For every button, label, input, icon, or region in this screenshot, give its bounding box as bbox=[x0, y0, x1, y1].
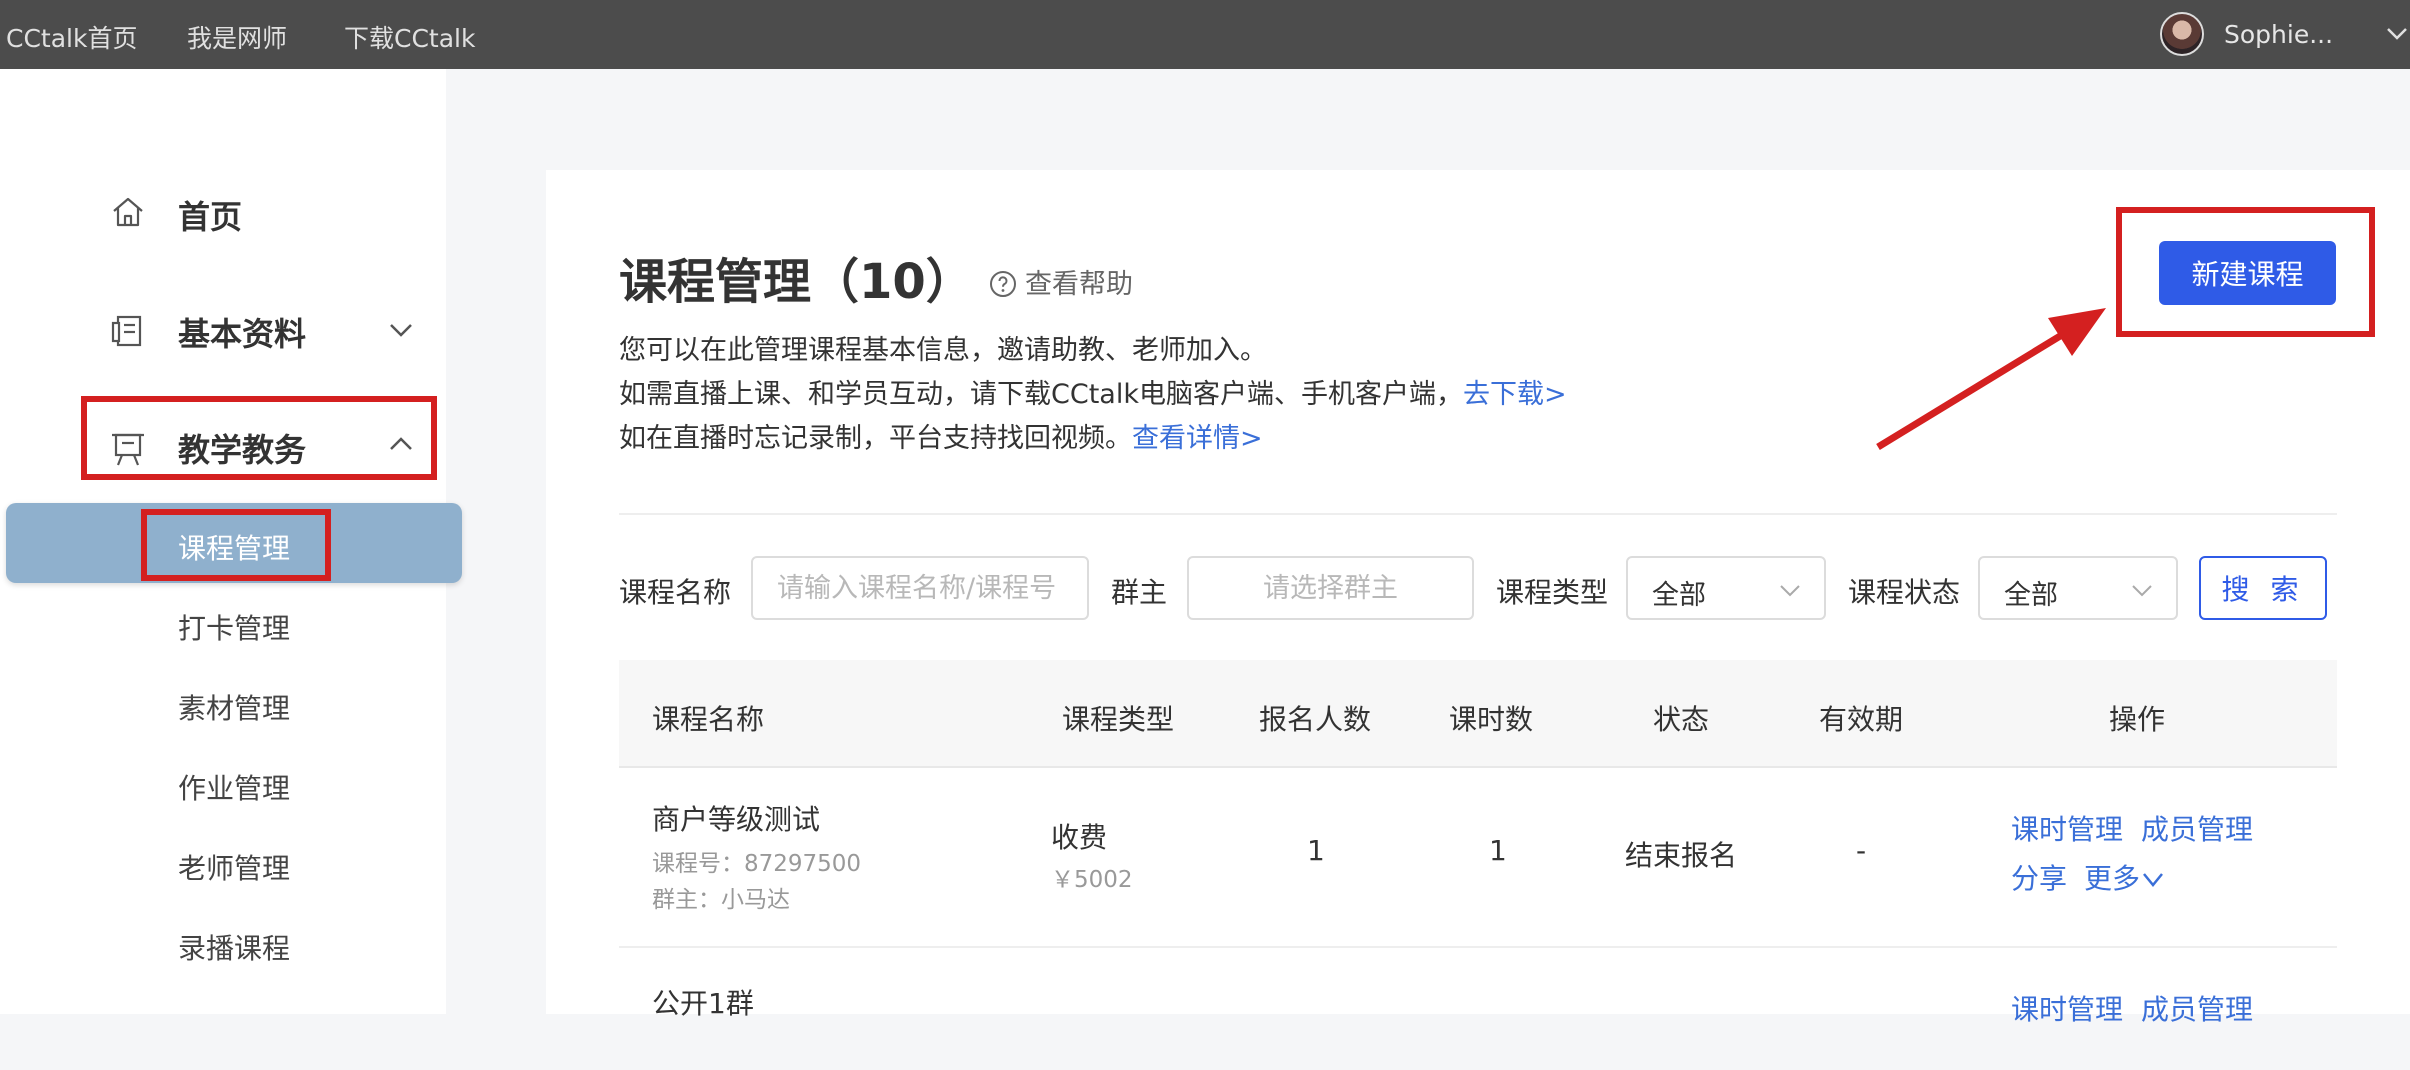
member-management-link[interactable]: 成员管理 bbox=[2141, 808, 2253, 848]
column-header-actions: 操作 bbox=[2109, 703, 2166, 736]
more-label: 更多 bbox=[2084, 862, 2141, 895]
column-header-course-type: 课程类型 bbox=[1062, 703, 1175, 736]
chevron-down-icon[interactable] bbox=[2380, 16, 2410, 50]
column-header-validity: 有效期 bbox=[1819, 703, 1904, 736]
nav-link-home[interactable]: CCtalk首页 bbox=[6, 19, 137, 55]
download-link[interactable]: 去下载> bbox=[1463, 379, 1567, 410]
sidebar-subitem-recorded-courses[interactable]: 录播课程 bbox=[178, 927, 290, 967]
course-owner: 群主：小马达 bbox=[652, 887, 790, 913]
annotation-box-course-management bbox=[141, 509, 331, 581]
table-row: 商户等级测试 课程号：87297500 群主：小马达 收费 ￥5002 1 1 … bbox=[619, 768, 2337, 948]
course-status-value: 全部 bbox=[2004, 580, 2058, 611]
lesson-management-link[interactable]: 课时管理 bbox=[2011, 808, 2123, 848]
help-link[interactable]: 查看帮助 bbox=[989, 262, 1133, 301]
lesson-management-link-2[interactable]: 课时管理 bbox=[2011, 988, 2123, 1028]
sidebar-subitem-homework-management[interactable]: 作业管理 bbox=[178, 767, 290, 807]
member-management-link-2[interactable]: 成员管理 bbox=[2141, 988, 2253, 1028]
course-name-2[interactable]: 公开1群 bbox=[652, 982, 754, 1022]
sidebar-subitem-teacher-management[interactable]: 老师管理 bbox=[178, 847, 290, 887]
course-status-select[interactable]: 全部 bbox=[1978, 556, 2178, 620]
divider bbox=[619, 513, 2337, 515]
filter-course-name-label: 课程名称 bbox=[619, 576, 732, 609]
top-navigation-bar: CCtalk首页 我是网师 下载CCtalk Sophie... bbox=[0, 0, 2410, 69]
nav-link-download[interactable]: 下载CCtalk bbox=[344, 19, 475, 55]
column-header-status: 状态 bbox=[1653, 703, 1710, 736]
user-menu[interactable]: Sophie... bbox=[2160, 0, 2410, 69]
course-name-search-input[interactable] bbox=[751, 556, 1089, 620]
annotation-box-teaching bbox=[81, 396, 437, 480]
chevron-down-icon bbox=[2132, 585, 2152, 597]
search-button[interactable]: 搜 索 bbox=[2199, 556, 2327, 620]
course-type: 收费 bbox=[1051, 821, 1108, 854]
chevron-down-icon[interactable] bbox=[384, 313, 418, 347]
enrolled-count: 1 bbox=[1307, 834, 1325, 867]
column-header-course-name: 课程名称 bbox=[652, 703, 765, 736]
username[interactable]: Sophie... bbox=[2224, 20, 2333, 49]
description-line-3: 如在直播时忘记录制，平台支持找回视频。查看详情> bbox=[619, 416, 1263, 455]
more-actions-dropdown[interactable]: 更多 bbox=[2084, 857, 2166, 897]
chevron-down-icon bbox=[2143, 873, 2163, 887]
table-header: 课程名称 课程类型 报名人数 课时数 状态 有效期 操作 bbox=[619, 660, 2337, 768]
course-validity: - bbox=[1856, 834, 1867, 867]
sidebar-item-profile[interactable]: 基本资料 bbox=[0, 301, 446, 361]
share-link[interactable]: 分享 bbox=[2011, 857, 2067, 897]
help-label: 查看帮助 bbox=[1025, 269, 1133, 300]
sidebar-item-label: 首页 bbox=[178, 198, 243, 236]
filter-course-type-label: 课程类型 bbox=[1496, 576, 1609, 609]
annotation-box-new-course bbox=[2116, 207, 2375, 337]
course-name[interactable]: 商户等级测试 bbox=[652, 798, 820, 838]
course-number: 课程号：87297500 bbox=[652, 851, 862, 877]
chevron-down-icon bbox=[1780, 585, 1800, 597]
home-icon bbox=[113, 197, 143, 227]
view-details-link[interactable]: 查看详情> bbox=[1132, 423, 1263, 454]
sidebar-subitem-material-management[interactable]: 素材管理 bbox=[178, 687, 290, 727]
profile-doc-icon bbox=[111, 315, 142, 347]
avatar[interactable] bbox=[2160, 12, 2204, 56]
course-status: 结束报名 bbox=[1625, 839, 1738, 872]
sidebar-item-label: 基本资料 bbox=[178, 315, 307, 353]
column-header-enrolled: 报名人数 bbox=[1259, 703, 1372, 736]
course-type-select[interactable]: 全部 bbox=[1626, 556, 1826, 620]
course-price: ￥5002 bbox=[1051, 867, 1133, 893]
filter-course-status-label: 课程状态 bbox=[1848, 576, 1961, 609]
sidebar-subitem-checkin-management[interactable]: 打卡管理 bbox=[178, 607, 290, 647]
question-circle-icon bbox=[990, 271, 1016, 297]
lesson-count: 1 bbox=[1489, 834, 1507, 867]
course-type-value: 全部 bbox=[1652, 580, 1706, 611]
owner-select-input[interactable] bbox=[1187, 556, 1474, 620]
description-line-1: 您可以在此管理课程基本信息，邀请助教、老师加入。 bbox=[619, 335, 1267, 366]
description-line-2: 如需直播上课、和学员互动，请下载CCtalk电脑客户端、手机客户端，去下载> bbox=[619, 372, 1567, 411]
column-header-lessons: 课时数 bbox=[1449, 703, 1534, 736]
description-text: 如在直播时忘记录制，平台支持找回视频。 bbox=[619, 423, 1132, 454]
nav-link-teacher[interactable]: 我是网师 bbox=[187, 19, 287, 55]
description-text: 如需直播上课、和学员互动，请下载CCtalk电脑客户端、手机客户端， bbox=[619, 379, 1463, 410]
filter-owner-label: 群主 bbox=[1111, 576, 1168, 609]
sidebar-item-home[interactable]: 首页 bbox=[0, 184, 446, 244]
page-title: 课程管理（10） bbox=[619, 254, 974, 310]
